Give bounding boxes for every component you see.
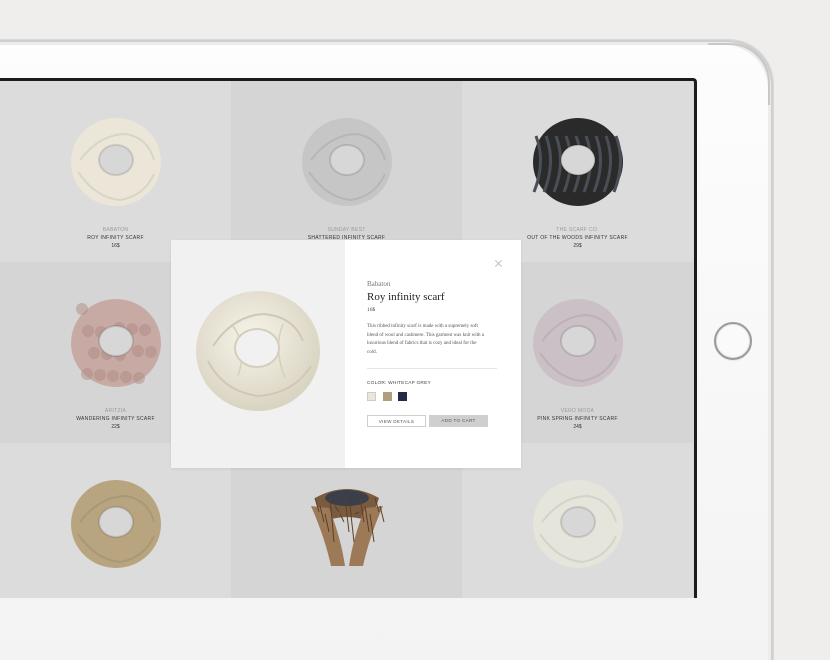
scarf-image[interactable] <box>70 478 162 570</box>
scarf-image[interactable] <box>301 478 393 570</box>
modal-scarf-image <box>196 291 320 411</box>
modal-title: Roy infinity scarf <box>367 291 445 303</box>
modal-brand: Babaton <box>367 280 391 288</box>
product-card[interactable]: Babaton Roy infinity scarf 16$ <box>0 81 231 262</box>
product-brand: Sunday Best <box>327 227 366 233</box>
product-card[interactable]: The Scarf Co. Out of the woods infinity s… <box>462 81 693 262</box>
scarf-image[interactable] <box>532 478 624 570</box>
close-icon[interactable] <box>495 260 503 268</box>
product-card[interactable]: Sunday Best Shattered infinity scarf <box>231 81 462 262</box>
modal-divider <box>367 368 497 369</box>
modal-price: 16$ <box>367 307 376 313</box>
scarf-image[interactable] <box>70 116 162 208</box>
view-details-button[interactable]: View Details <box>367 415 426 427</box>
home-button[interactable] <box>714 322 752 360</box>
swatch-navy[interactable] <box>398 392 407 401</box>
swatch-whitecap-grey[interactable] <box>367 392 376 401</box>
scarf-image[interactable] <box>532 116 624 208</box>
swatch-tan[interactable] <box>383 392 392 401</box>
product-brand: The Scarf Co. <box>556 227 599 233</box>
scarf-image[interactable] <box>301 116 393 208</box>
add-to-cart-button[interactable]: Add to Cart <box>429 415 488 427</box>
scarf-image[interactable] <box>70 297 162 389</box>
modal-product-image <box>171 240 345 468</box>
scarf-image[interactable] <box>532 297 624 389</box>
quick-view-modal: Babaton Roy infinity scarf 16$ This ribb… <box>171 240 521 468</box>
color-label: Color: Whitecap Grey <box>367 381 431 386</box>
product-brand: Babaton <box>102 227 129 233</box>
modal-description: This ribbed infinity scarf is made with … <box>367 324 484 355</box>
